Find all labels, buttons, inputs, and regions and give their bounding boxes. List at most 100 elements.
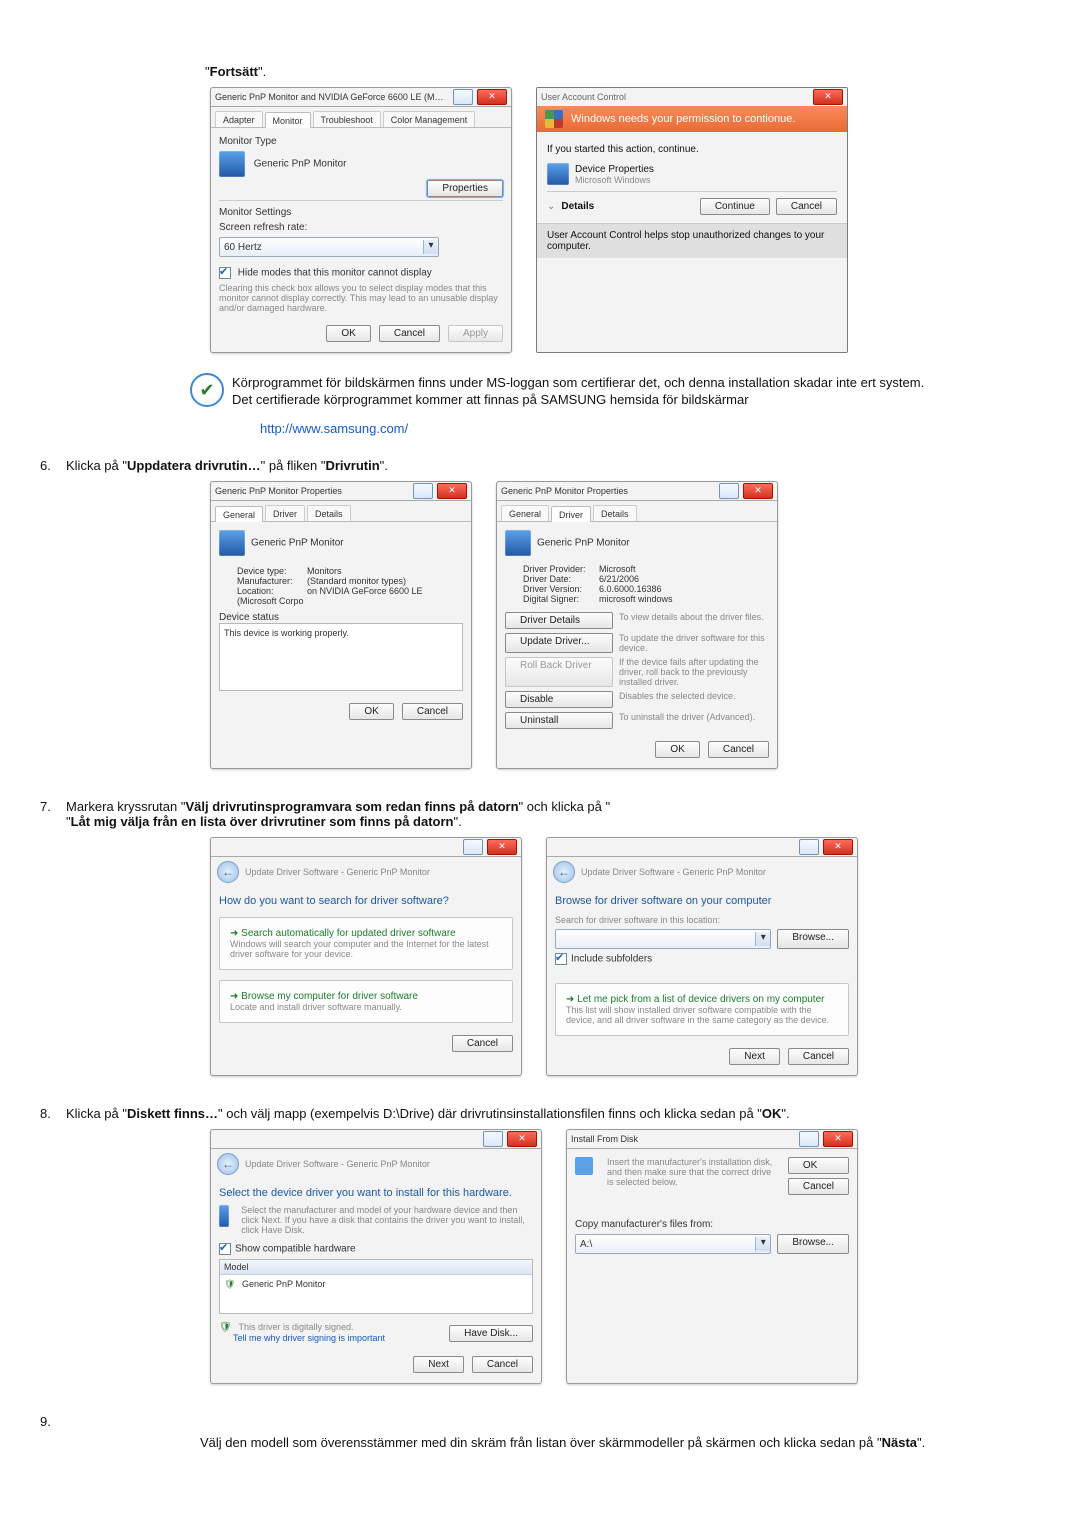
apply-button[interactable]: Apply bbox=[448, 325, 503, 342]
close-icon[interactable]: ✕ bbox=[823, 1131, 853, 1147]
driver-details-button[interactable]: Driver Details bbox=[505, 612, 613, 629]
cancel-button[interactable]: Cancel bbox=[708, 741, 769, 758]
samsung-link[interactable]: http://www.samsung.com/ bbox=[260, 421, 408, 436]
refresh-select[interactable]: 60 Hertz ▾ bbox=[219, 237, 439, 257]
uac-details[interactable]: Details bbox=[561, 201, 594, 212]
tab-general[interactable]: General bbox=[215, 506, 263, 522]
list-item[interactable]: Generic PnP Monitor bbox=[242, 1279, 325, 1289]
cancel-button[interactable]: Cancel bbox=[402, 703, 463, 720]
have-disk-button[interactable]: Have Disk... bbox=[449, 1325, 533, 1342]
browse-button[interactable]: Browse... bbox=[777, 1234, 849, 1254]
breadcrumb: Update Driver Software - Generic PnP Mon… bbox=[245, 1159, 430, 1169]
minimize-button[interactable] bbox=[483, 1131, 503, 1147]
refresh-value: 60 Hertz bbox=[224, 242, 262, 253]
ok-button[interactable]: OK bbox=[655, 741, 699, 758]
close-icon[interactable]: ✕ bbox=[437, 483, 467, 499]
close-icon[interactable]: ✕ bbox=[477, 89, 507, 105]
wizard-browse: ✕ ← Update Driver Software - Generic PnP… bbox=[546, 837, 858, 1076]
next-button[interactable]: Next bbox=[413, 1356, 464, 1373]
path-select[interactable]: ▾ bbox=[555, 929, 771, 949]
window-title: Generic PnP Monitor and NVIDIA GeForce 6… bbox=[215, 92, 445, 102]
help-button[interactable] bbox=[799, 1131, 819, 1147]
close-icon[interactable]: ✕ bbox=[813, 89, 843, 105]
t: Include subfolders bbox=[571, 954, 652, 965]
k: Digital Signer: bbox=[523, 594, 599, 604]
breadcrumb: Update Driver Software - Generic PnP Mon… bbox=[581, 867, 766, 877]
t: To update the driver software for this d… bbox=[619, 633, 769, 653]
rollback-button[interactable]: Roll Back Driver bbox=[505, 657, 613, 687]
manuf-val: (Standard monitor types) bbox=[307, 576, 406, 586]
next-button[interactable]: Next bbox=[729, 1048, 780, 1065]
disable-button[interactable]: Disable bbox=[505, 691, 613, 708]
back-icon[interactable]: ← bbox=[553, 861, 575, 883]
option-auto-search[interactable]: ➜ Search automatically for updated drive… bbox=[219, 917, 513, 970]
close-icon[interactable]: ✕ bbox=[507, 1131, 537, 1147]
option-pick-list[interactable]: ➜ Let me pick from a list of device driv… bbox=[555, 983, 849, 1036]
hide-modes-checkbox[interactable] bbox=[219, 267, 231, 279]
status-text: This device is working properly. bbox=[224, 628, 349, 638]
cancel-button[interactable]: Cancel bbox=[379, 325, 440, 342]
t: This driver is digitally signed. bbox=[238, 1322, 353, 1332]
ok-button[interactable]: OK bbox=[349, 703, 393, 720]
monitor-icon bbox=[505, 530, 531, 556]
back-icon[interactable]: ← bbox=[217, 1153, 239, 1175]
minimize-button[interactable] bbox=[453, 89, 473, 105]
t: If the device fails after updating the d… bbox=[619, 657, 769, 687]
t: To uninstall the driver (Advanced). bbox=[619, 712, 769, 729]
chevron-down-icon: ▾ bbox=[755, 932, 770, 946]
back-icon[interactable]: ← bbox=[217, 861, 239, 883]
monitor-name: Generic PnP Monitor bbox=[251, 538, 344, 549]
option-browse[interactable]: ➜ Browse my computer for driver software… bbox=[219, 980, 513, 1023]
browse-button[interactable]: Browse... bbox=[777, 929, 849, 949]
window-title: Generic PnP Monitor Properties bbox=[215, 486, 342, 496]
cancel-button[interactable]: Cancel bbox=[472, 1356, 533, 1373]
device-icon bbox=[547, 163, 569, 185]
cancel-button[interactable]: Cancel bbox=[452, 1035, 513, 1052]
cancel-button[interactable]: Cancel bbox=[788, 1178, 849, 1195]
signed-icon: 🛡 bbox=[219, 1322, 232, 1333]
properties-button[interactable]: Properties bbox=[427, 180, 503, 197]
step9-number: 9. bbox=[40, 1414, 66, 1429]
v: microsoft windows bbox=[599, 594, 673, 604]
t: Diskett finns… bbox=[127, 1106, 218, 1121]
help-button[interactable] bbox=[413, 483, 433, 499]
minimize-button[interactable] bbox=[463, 839, 483, 855]
model-header: Model bbox=[220, 1260, 532, 1275]
continue-button[interactable]: Continue bbox=[700, 198, 770, 215]
ok-button[interactable]: OK bbox=[788, 1157, 849, 1174]
tab-details[interactable]: Details bbox=[593, 505, 637, 521]
tab-details[interactable]: Details bbox=[307, 505, 351, 521]
cancel-button[interactable]: Cancel bbox=[776, 198, 837, 215]
tab-adapter[interactable]: Adapter bbox=[215, 111, 263, 127]
close-icon[interactable]: ✕ bbox=[487, 839, 517, 855]
cancel-button[interactable]: Cancel bbox=[788, 1048, 849, 1065]
include-subfolders-checkbox[interactable] bbox=[555, 953, 567, 965]
monitor-icon bbox=[219, 1205, 229, 1227]
close-icon[interactable]: ✕ bbox=[823, 839, 853, 855]
tab-driver[interactable]: Driver bbox=[551, 506, 591, 522]
tab-monitor[interactable]: Monitor bbox=[265, 112, 311, 128]
close-icon[interactable]: ✕ bbox=[743, 483, 773, 499]
help-button[interactable] bbox=[719, 483, 739, 499]
update-driver-button[interactable]: Update Driver... bbox=[505, 633, 613, 653]
minimize-button[interactable] bbox=[799, 839, 819, 855]
ok-button[interactable]: OK bbox=[326, 325, 370, 342]
tab-color-management[interactable]: Color Management bbox=[383, 111, 476, 127]
chevron-down-icon[interactable]: ⌄ bbox=[547, 201, 555, 212]
t: Let me pick from a list of device driver… bbox=[577, 994, 824, 1005]
path-select[interactable]: A:\ ▾ bbox=[575, 1234, 771, 1254]
uac-title: User Account Control bbox=[541, 92, 626, 102]
monitor-name: Generic PnP Monitor bbox=[537, 538, 630, 549]
uninstall-button[interactable]: Uninstall bbox=[505, 712, 613, 729]
path-value bbox=[560, 934, 563, 944]
t: Välj drivrutinsprogramvara som redan fin… bbox=[185, 799, 518, 814]
show-compatible-checkbox[interactable] bbox=[219, 1243, 231, 1255]
intro-fortsatt: Fortsätt bbox=[210, 64, 258, 79]
uac-item-title: Device Properties bbox=[575, 164, 654, 175]
tab-troubleshoot[interactable]: Troubleshoot bbox=[313, 111, 381, 127]
t: Insert the manufacturer's installation d… bbox=[607, 1157, 780, 1195]
tab-driver[interactable]: Driver bbox=[265, 505, 305, 521]
k: Driver Version: bbox=[523, 584, 599, 594]
tab-general[interactable]: General bbox=[501, 505, 549, 521]
why-signing-link[interactable]: Tell me why driver signing is important bbox=[233, 1333, 385, 1343]
